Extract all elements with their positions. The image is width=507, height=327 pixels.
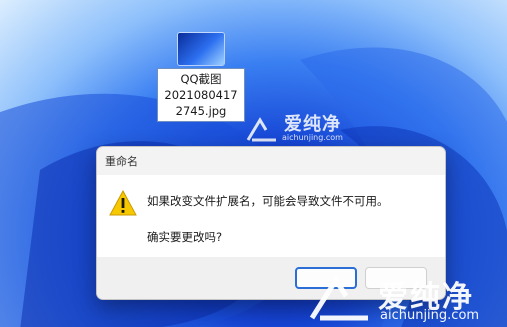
watermark-large-text-en: aichunjing.com <box>380 308 480 323</box>
watermark-text-en: aichunjing.com <box>282 133 343 142</box>
file-rename-field[interactable]: QQ截图 2021080417 2745.jpg <box>157 68 245 122</box>
watermark-small: 爱纯净 aichunjing.com <box>246 110 356 148</box>
dialog-question: 确实要更改吗? <box>147 230 223 244</box>
aichunjing-logo-large-icon <box>309 275 368 321</box>
watermark-large: 爱纯净 aichunjing.com <box>302 268 507 327</box>
warning-icon <box>109 190 137 216</box>
aichunjing-logo-icon <box>246 117 276 142</box>
file-name-line-2: 2021080417 <box>164 88 238 102</box>
dialog-body: 如果改变文件扩展名，可能会导致文件不可用。 确实要更改吗? <box>97 175 445 257</box>
file-name-line-3: 2745.jpg <box>175 104 227 118</box>
file-name-line-1: QQ截图 <box>180 72 222 86</box>
image-file-thumbnail-icon <box>178 33 224 65</box>
dialog-title: 重命名 <box>105 155 138 168</box>
dialog-message: 如果改变文件扩展名，可能会导致文件不可用。 <box>147 194 389 208</box>
desktop-file-item[interactable]: QQ截图 2021080417 2745.jpg <box>157 33 245 122</box>
